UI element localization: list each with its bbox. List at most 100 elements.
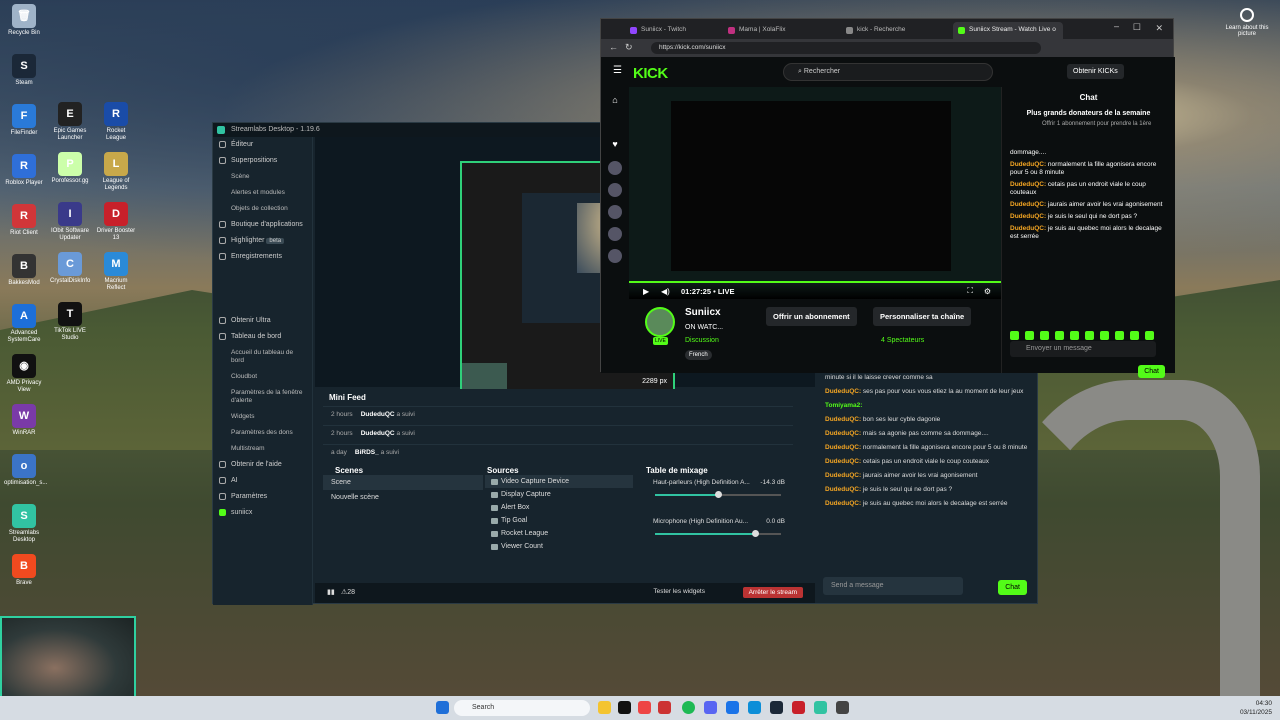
chat-username[interactable]: DudeduQC: [1010,213,1048,220]
sidebar-item-appstore[interactable]: Boutique d'applications [213,217,312,233]
tab-twitch[interactable]: Suniicx - Twitch [625,22,720,39]
stream-category[interactable]: Discussion [685,337,719,344]
desktop-icon[interactable]: P Porofessor.gg [50,152,90,185]
desktop-icon[interactable]: T TikTok LIVE Studio [50,302,90,342]
kick-logo[interactable]: KICK [633,65,668,82]
sidebar-sub-donations[interactable]: Paramètres des dons [213,425,312,441]
chat-username[interactable]: DudeduQC: [825,444,863,451]
source-item[interactable]: Video Capture Device [485,475,633,488]
minimize-icon[interactable]: – [1114,21,1119,31]
sidebar-sub-dashboard-home[interactable]: Accueil du tableau de bord [213,345,312,369]
settings-icon[interactable]: ⚙ [984,287,991,296]
close-window-icon[interactable]: ✕ [1155,23,1163,34]
play-icon[interactable]: ▶ [643,287,649,296]
tab-xolaflix[interactable]: Mama | XolaFlix [723,22,818,39]
kick-search-input[interactable]: ⌕ Rechercher [783,63,993,81]
chat-username[interactable]: Tomiyama2: [825,402,862,409]
desktop-icon[interactable]: 🗑 Recycle Bin [4,4,44,37]
desktop-icon[interactable]: S Steam [4,54,44,87]
source-item[interactable]: Rocket League [485,527,633,540]
desktop-icon[interactable]: ◉ AMD Privacy View [4,354,44,394]
steam-icon[interactable] [770,701,783,714]
desktop-icon[interactable]: o optimisation_s... [4,454,47,487]
chat-send-button[interactable]: Chat [998,580,1027,595]
desktop-icon[interactable]: S Streamlabs Desktop [4,504,44,544]
volume-slider-speakers[interactable] [655,491,781,498]
sidebar-item-editor[interactable]: Éditeur [213,137,312,153]
app-icon[interactable] [638,701,651,714]
chat-username[interactable]: DudeduQC: [825,430,863,437]
test-widgets-button[interactable]: Tester les widgets [653,588,705,595]
sidebar-item-recordings[interactable]: Enregistrements [213,249,312,265]
source-item[interactable]: Display Capture [485,488,633,501]
refresh-icon[interactable]: ↻ [625,42,633,53]
desktop-icon[interactable]: E Epic Games Launcher [50,102,90,142]
discord-icon[interactable] [704,701,717,714]
spotify-icon[interactable] [682,701,695,714]
sidebar-sub-collectibles[interactable]: Objets de collection [213,201,312,217]
customize-channel-button[interactable]: Personnaliser ta chaîne [873,307,972,326]
desktop-icon[interactable]: B Brave [4,554,44,587]
emote-bar[interactable] [1010,331,1170,341]
volume-slider-mic[interactable] [655,530,781,537]
get-kicks-button[interactable]: Obtenir KICKs [1067,64,1124,79]
home-icon[interactable]: ⌂ [608,95,622,109]
file-explorer-icon[interactable] [598,701,611,714]
kick-chat-send-button[interactable]: Chat [1138,365,1165,378]
menu-icon[interactable]: ☰ [613,65,622,76]
sidebar-sub-cloudbot[interactable]: Cloudbot [213,369,312,385]
sidebar-item-user[interactable]: suniicx [213,505,312,521]
gift-sub-button[interactable]: Offrir un abonnement [766,307,857,326]
streamlabs-icon[interactable] [814,701,827,714]
edge-icon[interactable] [748,701,761,714]
chat-username[interactable]: DudeduQC: [1010,161,1048,168]
taskbar-search[interactable]: Search [454,700,590,716]
slider-knob[interactable] [715,491,722,498]
mail-icon[interactable] [726,701,739,714]
sidebar-sub-alert-settings[interactable]: Paramètres de la fenêtre d'alerte [213,385,312,409]
desktop-icon[interactable]: W WinRAR [4,404,44,437]
desktop-icon[interactable]: B BakkesMod [4,254,44,287]
desktop-icon[interactable]: I IObit Software Updater [50,202,90,242]
browser-window[interactable]: Suniicx - Twitch Mama | XolaFlix kick - … [600,18,1175,378]
maximize-icon[interactable]: ☐ [1133,22,1141,33]
tiktok-icon[interactable] [618,701,631,714]
streamer-name[interactable]: Suniicx [685,307,721,318]
app-icon[interactable] [658,701,671,714]
followed-channel-avatar[interactable] [608,249,622,263]
desktop-icon[interactable]: D Driver Booster 13 [96,202,136,242]
chat-username[interactable]: DudeduQC: [825,486,863,493]
sidebar-sub-multistream[interactable]: Multistream [213,441,312,457]
sidebar-sub-scene[interactable]: Scène [213,169,312,185]
desktop-icon[interactable]: R Riot Client [4,204,44,237]
stop-stream-button[interactable]: Arrêter le stream [742,587,803,598]
stats-icon[interactable]: ▮▮ [327,588,335,596]
app-icon[interactable] [792,701,805,714]
followed-channel-avatar[interactable] [608,205,622,219]
back-icon[interactable]: ← [609,42,618,52]
tab-search[interactable]: kick - Recherche [841,22,936,39]
chat-username[interactable]: DudeduQC: [825,458,863,465]
sidebar-item-ai[interactable]: AI [213,473,312,489]
chat-username[interactable]: DudeduQC: [825,472,863,479]
kick-message-input[interactable]: Envoyer un message [1010,341,1156,357]
windows-start-icon[interactable] [436,701,449,714]
followed-channel-avatar[interactable] [608,183,622,197]
sidebar-item-help[interactable]: Obtenir de l'aide [213,457,312,473]
followed-channel-avatar[interactable] [608,227,622,241]
chat-username[interactable]: DudeduQC: [825,416,863,423]
chat-username[interactable]: DudeduQC: [825,500,863,507]
streamer-avatar[interactable] [645,307,675,337]
tab-kick[interactable]: Suniicx Stream - Watch Live o [953,22,1063,39]
desktop-icon[interactable]: C CrystalDiskInfo [50,252,90,285]
chat-username[interactable]: DudeduQC: [1010,201,1048,208]
chat-username[interactable]: DudeduQC: [825,388,863,395]
desktop-icon[interactable]: R Rocket League [96,102,136,142]
followed-channel-avatar[interactable] [608,161,622,175]
source-item[interactable]: Alert Box [485,501,633,514]
source-item[interactable]: Viewer Count [485,540,633,553]
slider-knob[interactable] [751,530,759,537]
language-tag[interactable]: French [685,350,712,360]
app-icon[interactable] [836,701,849,714]
volume-icon[interactable]: ◀) [661,287,670,296]
